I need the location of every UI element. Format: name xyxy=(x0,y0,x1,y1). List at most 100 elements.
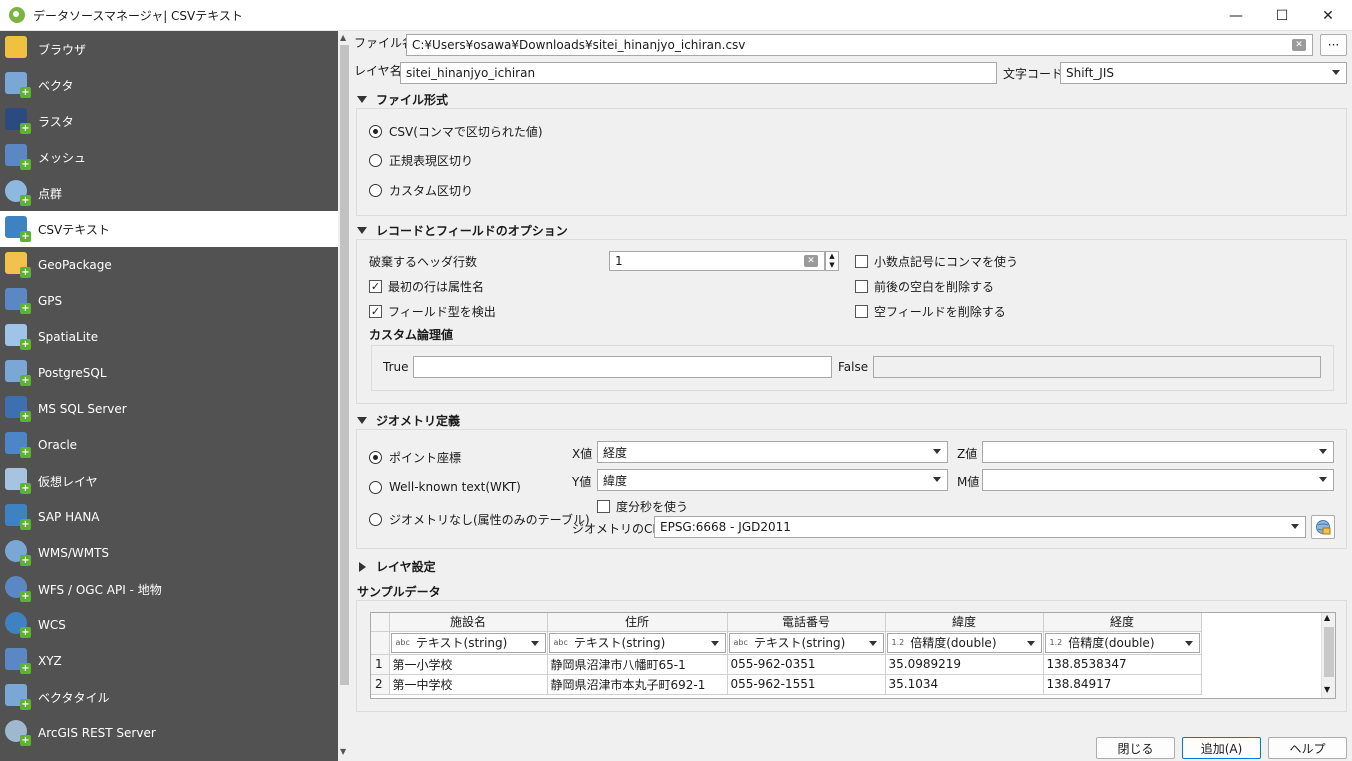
sidebar-item[interactable]: + SAP HANA xyxy=(0,499,338,535)
sidebar-item[interactable]: + PostgreSQL xyxy=(0,355,338,391)
geometry-group: ポイント座標 Well-known text(WKT) ジオメトリなし(属性のみ… xyxy=(356,429,1347,549)
format-option-custom[interactable]: カスタム区切り xyxy=(369,182,473,199)
geometry-option-wkt[interactable]: Well-known text(WKT) xyxy=(369,480,521,494)
sidebar-item[interactable]: + ベクタタイル xyxy=(0,679,338,715)
sidebar-item-label: XYZ xyxy=(38,654,62,668)
sidebar-item[interactable]: + WCS xyxy=(0,607,338,643)
add-button[interactable]: 追加(A) xyxy=(1182,737,1261,759)
crs-selector-button[interactable] xyxy=(1311,515,1335,539)
false-value-input[interactable] xyxy=(873,356,1321,378)
format-option-regex[interactable]: 正規表現区切り xyxy=(369,152,473,169)
checkbox-icon xyxy=(855,305,868,318)
clear-icon[interactable]: ✕ xyxy=(804,255,818,267)
spin-buttons[interactable]: ▲ ▼ xyxy=(825,251,839,271)
file-format-group: CSV(コンマで区切られた値) 正規表現区切り カスタム区切り xyxy=(356,108,1347,216)
field-type-select[interactable]: abc テキスト(string) xyxy=(390,632,546,653)
y-field-select[interactable]: 緯度 xyxy=(597,469,948,491)
field-type-select[interactable]: abc テキスト(string) xyxy=(548,632,726,653)
table-row: 1 第一小学校 静岡県沼津市八幡町65-1 055-962-0351 35.09… xyxy=(371,654,1202,675)
sidebar-item[interactable]: + ラスタ xyxy=(0,103,338,139)
clear-icon[interactable]: ✕ xyxy=(1292,39,1306,51)
crs-select[interactable]: EPSG:6668 - JGD2011 xyxy=(654,516,1306,538)
layer-settings-header[interactable]: レイヤ設定 xyxy=(357,558,436,575)
custom-bool-title: カスタム論理値 xyxy=(369,328,454,342)
sidebar-item[interactable]: + CSVテキスト xyxy=(0,211,338,247)
radio-icon xyxy=(369,451,382,464)
discard-header-label: 破棄するヘッダ行数 xyxy=(369,255,478,269)
sidebar-item[interactable]: + WMS/WMTS xyxy=(0,535,338,571)
x-field-select[interactable]: 経度 xyxy=(597,441,948,463)
help-button[interactable]: ヘルプ xyxy=(1268,737,1347,759)
column-header[interactable]: 緯度 xyxy=(885,613,1044,632)
sidebar-item-label: GeoPackage xyxy=(38,258,112,272)
sidebar-scrollbar[interactable]: ▲ ▼ xyxy=(338,31,351,761)
custom-bool-group: True False xyxy=(371,345,1334,391)
sidebar-item[interactable]: + ArcGIS REST Server xyxy=(0,715,338,751)
false-label: False xyxy=(838,360,869,374)
checkbox-icon xyxy=(597,500,610,513)
layer-name-input[interactable]: sitei_hinanjyo_ichiran xyxy=(400,62,997,84)
minimize-button[interactable]: — xyxy=(1213,0,1259,31)
sidebar-item-label: CSVテキスト xyxy=(38,222,110,237)
browse-button[interactable]: ··· xyxy=(1320,34,1347,56)
encoding-select[interactable]: Shift_JIS xyxy=(1060,62,1347,84)
arcgis-icon: + xyxy=(5,720,31,746)
file-format-header[interactable]: ファイル形式 xyxy=(357,91,448,108)
column-header[interactable]: 住所 xyxy=(547,613,728,632)
wcs-icon: + xyxy=(5,612,31,638)
encoding-label: 文字コード xyxy=(1003,66,1064,81)
sidebar-item[interactable]: ブラウザ xyxy=(0,31,338,67)
folder-icon xyxy=(5,36,31,62)
radio-icon xyxy=(369,125,382,138)
sidebar-item[interactable]: + GeoPackage xyxy=(0,247,338,283)
checkbox-icon xyxy=(855,280,868,293)
close-button[interactable]: 閉じる xyxy=(1096,737,1175,759)
true-value-input[interactable] xyxy=(413,356,832,378)
record-options-header[interactable]: レコードとフィールドのオプション xyxy=(357,222,568,239)
close-window-button[interactable]: ✕ xyxy=(1305,0,1351,31)
sidebar-item[interactable]: + 点群 xyxy=(0,175,338,211)
sidebar-item[interactable]: + GPS xyxy=(0,283,338,319)
dms-checkbox[interactable]: 度分秒を使う xyxy=(597,498,688,515)
trim-fields-checkbox[interactable]: 前後の空白を削除する xyxy=(855,278,994,295)
checkbox-checked-icon: ✓ xyxy=(369,280,382,293)
sidebar-item-label: メッシュ xyxy=(38,150,87,165)
decimal-comma-checkbox[interactable]: 小数点記号にコンマを使う xyxy=(855,253,1018,270)
column-header[interactable]: 経度 xyxy=(1043,613,1202,632)
discard-empty-checkbox[interactable]: 空フィールドを削除する xyxy=(855,303,1006,320)
sidebar-item[interactable]: + MS SQL Server xyxy=(0,391,338,427)
chevron-down-icon xyxy=(933,477,941,482)
sidebar-item-label: PostgreSQL xyxy=(38,366,107,380)
m-field-select[interactable] xyxy=(982,469,1334,491)
sidebar-item[interactable]: + XYZ xyxy=(0,643,338,679)
z-field-select[interactable] xyxy=(982,441,1334,463)
column-header[interactable]: 施設名 xyxy=(389,613,548,632)
sap-hana-icon: + xyxy=(5,504,31,530)
first-row-names-checkbox[interactable]: ✓ 最初の行は属性名 xyxy=(369,278,484,295)
detect-types-checkbox[interactable]: ✓ フィールド型を検出 xyxy=(369,303,496,320)
geometry-option-point[interactable]: ポイント座標 xyxy=(369,449,461,466)
field-type-select[interactable]: abc テキスト(string) xyxy=(728,632,884,653)
column-header[interactable]: 電話番号 xyxy=(727,613,886,632)
format-option-csv[interactable]: CSV(コンマで区切られた値) xyxy=(369,123,543,140)
sidebar-item[interactable]: + メッシュ xyxy=(0,139,338,175)
sidebar-item-label: SpatiaLite xyxy=(38,330,99,344)
geometry-option-none[interactable]: ジオメトリなし(属性のみのテーブル) xyxy=(369,511,590,528)
sidebar-item[interactable]: + Oracle xyxy=(0,427,338,463)
file-name-input[interactable]: C:¥Users¥osawa¥Downloads¥sitei_hinanjyo_… xyxy=(406,34,1313,56)
sidebar-item[interactable]: + WFS / OGC API - 地物 xyxy=(0,571,338,607)
sidebar-item[interactable]: + SpatiaLite xyxy=(0,319,338,355)
csv-options-panel: ファイル名 C:¥Users¥osawa¥Downloads¥sitei_hin… xyxy=(351,31,1352,761)
field-type-select[interactable]: 1.2 倍精度(double) xyxy=(886,632,1042,653)
geometry-header[interactable]: ジオメトリ定義 xyxy=(357,412,460,429)
sidebar-item-label: ラスタ xyxy=(38,114,74,129)
globe-icon xyxy=(1316,520,1331,535)
field-type-select[interactable]: 1.2 倍精度(double) xyxy=(1044,632,1200,653)
sidebar-item[interactable]: + ベクタ xyxy=(0,67,338,103)
maximize-button[interactable]: ☐ xyxy=(1259,0,1305,31)
table-scrollbar[interactable]: ▲ ▼ xyxy=(1321,613,1335,698)
sidebar-item-label: MS SQL Server xyxy=(38,402,127,416)
discard-header-input[interactable]: 1 ✕ xyxy=(609,251,825,271)
qgis-logo-icon xyxy=(9,7,25,23)
sidebar-item[interactable]: + 仮想レイヤ xyxy=(0,463,338,499)
